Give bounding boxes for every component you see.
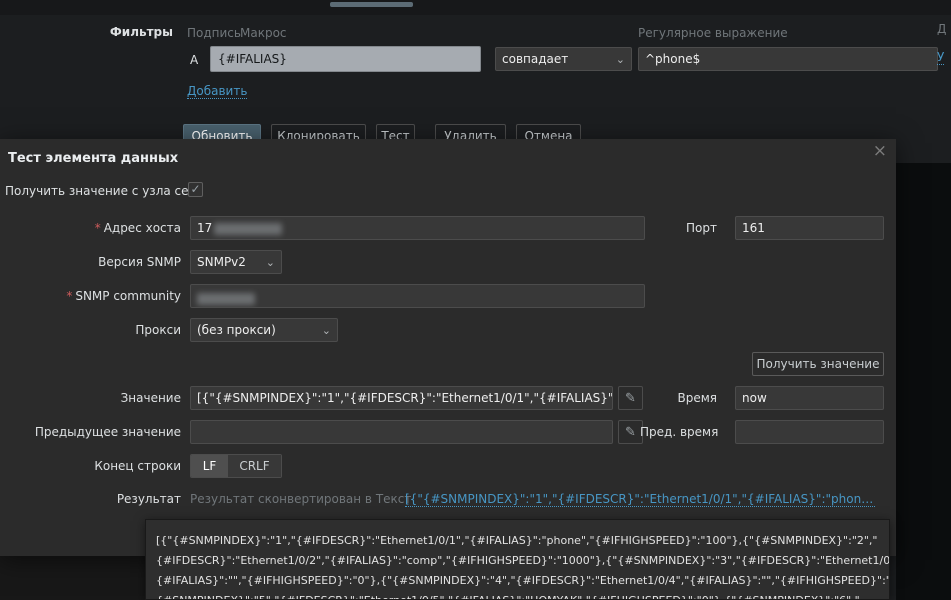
close-icon[interactable]: × — [873, 143, 887, 160]
host-address-input[interactable]: 17 — [190, 216, 645, 240]
item-form-background: Фильтры Подпись Макрос Регулярное выраже… — [0, 0, 951, 148]
active-tab-indicator — [330, 2, 413, 7]
previous-time-input[interactable] — [735, 420, 884, 444]
filter-operator-value: совпадает — [502, 52, 569, 66]
result-tooltip: [{"{#SNMPINDEX}":"1","{#IFDESCR}":"Ether… — [145, 519, 890, 600]
time-input[interactable]: now — [735, 386, 884, 410]
required-asterisk: * — [66, 289, 73, 303]
chevron-down-icon: ⌄ — [615, 52, 625, 66]
tooltip-line: {#IFALIAS}":"","{#IFHIGHSPEED}":"0"},{"{… — [156, 574, 890, 587]
previous-value-input[interactable] — [190, 420, 613, 444]
filter-row-name: A — [190, 53, 199, 67]
snmp-version-select[interactable]: SNMPv2 ⌄ — [190, 250, 282, 274]
host-address-label: Адрес хоста — [103, 221, 181, 235]
redacted-host-blur — [214, 222, 283, 235]
test-item-dialog: Тест элемента данных × Получить значение… — [0, 139, 896, 556]
host-address-label-wrap: * Адрес хоста — [0, 221, 181, 235]
snmp-version-label: Версия SNMP — [98, 255, 181, 269]
port-input[interactable]: 161 — [735, 216, 884, 240]
proxy-label: Прокси — [135, 323, 181, 337]
previous-value-label: Предыдущее значение — [34, 425, 181, 439]
get-value-from-host-checkbox[interactable]: ✓ — [188, 182, 203, 197]
host-address-value: 17 — [197, 221, 213, 235]
dialog-title: Тест элемента данных — [8, 151, 179, 166]
previous-time-label: Пред. время — [640, 425, 719, 439]
value-label: Значение — [120, 391, 181, 405]
pencil-icon: ✎ — [625, 424, 636, 440]
eol-segmented-control: LF CRLF — [190, 454, 282, 478]
filter-remove-link-clipped[interactable]: У — [937, 50, 945, 65]
proxy-value: (без прокси) — [197, 323, 276, 337]
tooltip-line: {#SNMPINDEX}":"5","{#IFDESCR}":"Ethernet… — [156, 591, 879, 599]
page-bottom-area — [0, 556, 145, 600]
redacted-community-blur — [197, 293, 255, 305]
snmp-version-value: SNMPv2 — [197, 255, 246, 269]
proxy-select[interactable]: (без прокси) ⌄ — [190, 318, 338, 342]
top-bar — [0, 0, 951, 15]
chevron-down-icon: ⌄ — [321, 323, 331, 337]
time-label: Время — [677, 391, 717, 405]
community-label-wrap: * SNMP community — [0, 289, 181, 303]
checkmark-icon: ✓ — [190, 182, 201, 196]
end-of-line-label: Конец строки — [94, 459, 181, 473]
required-asterisk: * — [94, 221, 101, 235]
pencil-icon: ✎ — [625, 390, 636, 406]
column-header-label: Подпись — [187, 26, 241, 40]
column-header-regex: Регулярное выражение — [638, 26, 788, 40]
result-value-link[interactable]: [{"{#SNMPINDEX}":"1","{#IFDESCR}":"Ether… — [405, 492, 875, 507]
community-input[interactable] — [190, 284, 645, 308]
eol-option-lf[interactable]: LF — [191, 455, 228, 477]
tooltip-line: {#IFDESCR}":"Ethernet1/0/2","{#IFALIAS}"… — [156, 554, 890, 567]
eol-option-crlf[interactable]: CRLF — [228, 455, 281, 477]
community-label: SNMP community — [75, 289, 181, 303]
result-label: Результат — [116, 492, 181, 506]
filter-macro-input[interactable]: {#IFALIAS} — [210, 46, 481, 72]
add-filter-link[interactable]: Добавить — [187, 84, 248, 99]
get-value-from-host-label: Получить значение с узла сети — [5, 184, 204, 198]
page-right-dark-area — [896, 163, 951, 600]
value-input[interactable]: [{"{#SNMPINDEX}":"1","{#IFDESCR}":"Ether… — [190, 386, 613, 410]
tooltip-line: [{"{#SNMPINDEX}":"1","{#IFDESCR}":"Ether… — [156, 534, 878, 547]
result-note: Результат сконвертирован в Текст — [190, 492, 412, 506]
filters-label: Фильтры — [109, 25, 173, 39]
filter-regex-input[interactable]: ^phone$ — [638, 47, 938, 71]
column-header-action-clipped: Д — [937, 22, 947, 36]
chevron-down-icon: ⌄ — [265, 255, 275, 269]
port-label: Порт — [686, 221, 717, 235]
column-header-macro: Макрос — [240, 26, 287, 40]
get-value-button[interactable]: Получить значение — [752, 352, 884, 376]
filter-operator-select[interactable]: совпадает ⌄ — [495, 47, 632, 71]
